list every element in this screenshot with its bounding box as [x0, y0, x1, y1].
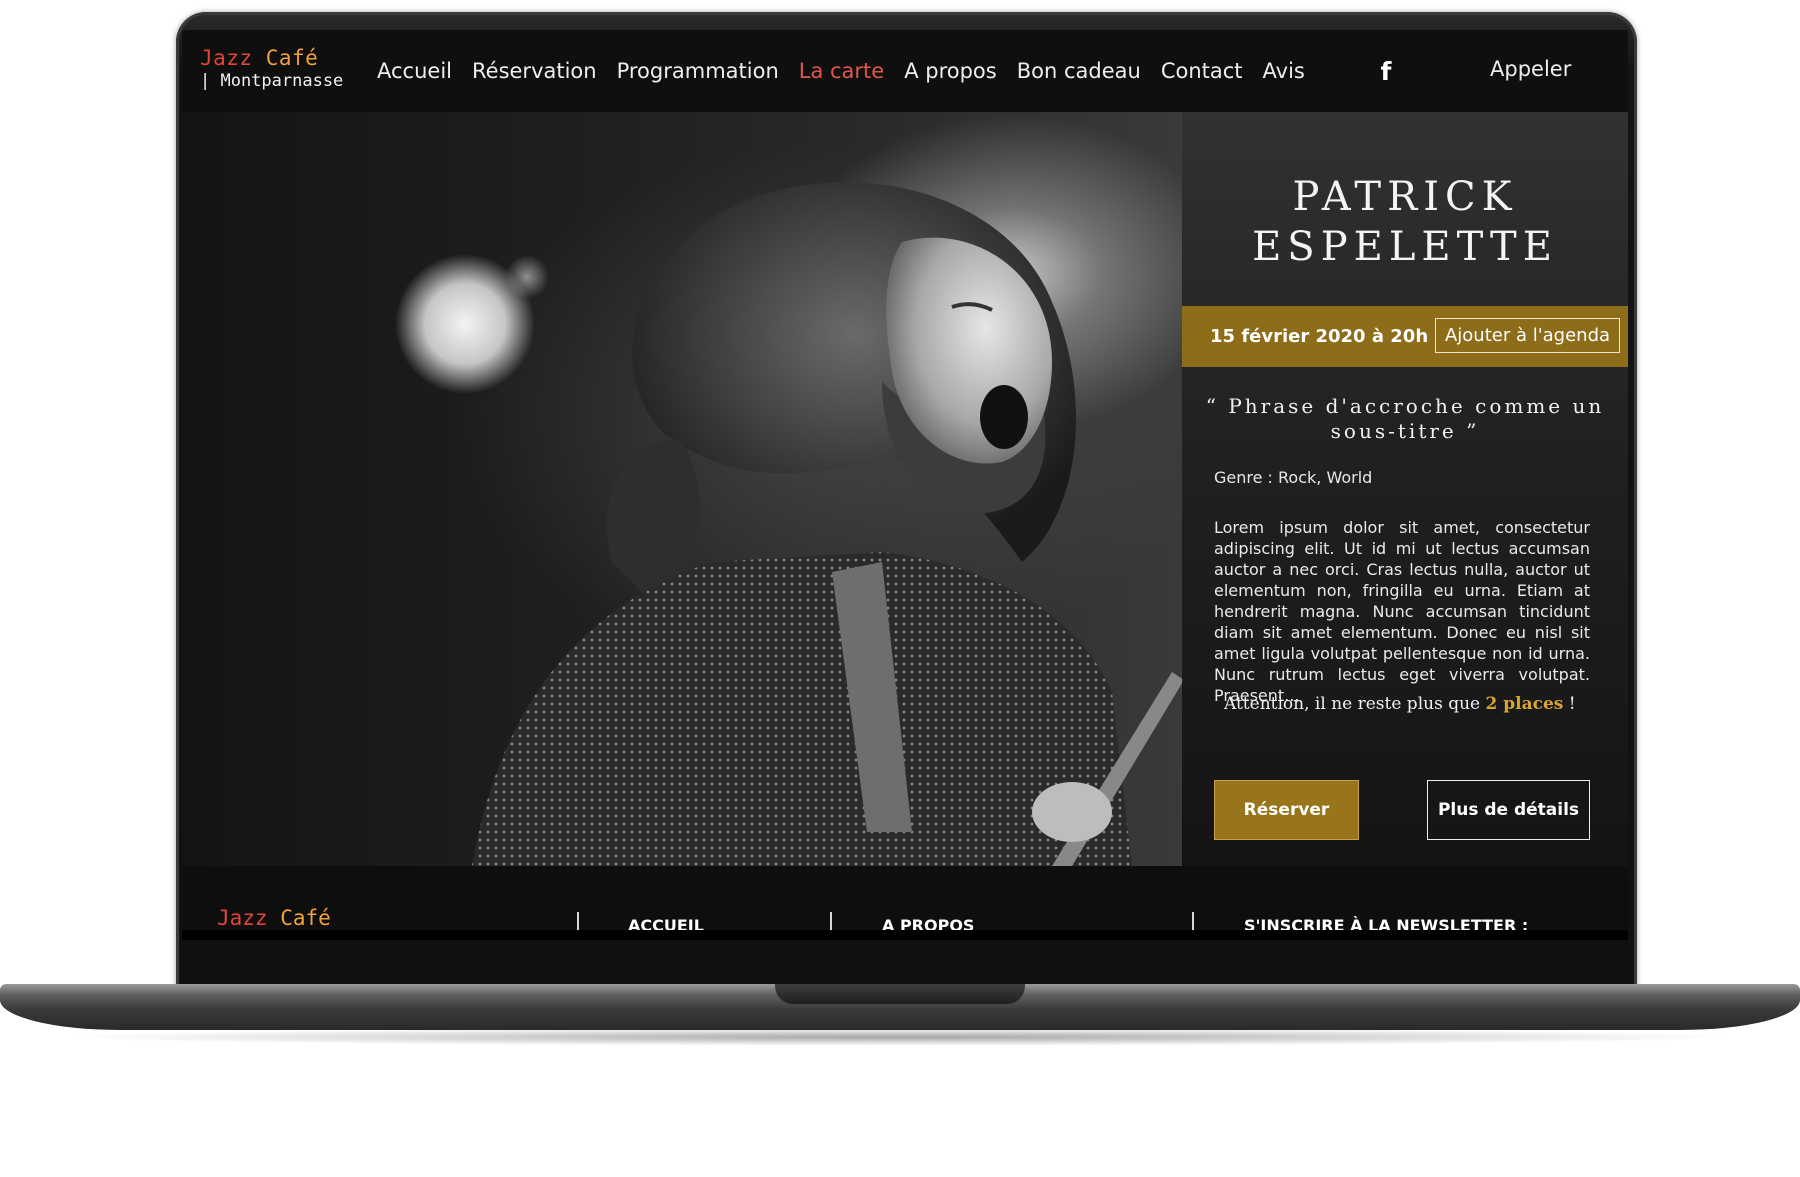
event-tagline: “ Phrase d'accroche comme un sous-titre …: [1205, 394, 1605, 443]
screen-bottom-bezel: [182, 930, 1628, 940]
brand-cafe: Café: [265, 46, 319, 70]
hero-section: PATRICK ESPELETTE 15 février 2020 à 20h …: [182, 112, 1628, 866]
reserve-button[interactable]: Réserver: [1214, 780, 1359, 840]
footer-brand[interactable]: Jazz Café: [217, 906, 331, 930]
brand-logo[interactable]: Jazz Café | Montparnasse: [200, 46, 343, 91]
footer-divider: [830, 912, 832, 930]
singer-photo: [472, 182, 1184, 866]
nav-link-programmation[interactable]: Programmation: [617, 59, 779, 83]
event-date: 15 février 2020 à 20h: [1210, 326, 1429, 347]
availability-warning: Attention, il ne reste plus que 2 places…: [1224, 694, 1576, 714]
footer-brand-cafe: Café: [280, 906, 331, 930]
footer-divider: [1192, 912, 1194, 930]
warning-prefix: Attention, il ne reste plus que: [1224, 694, 1481, 714]
event-description: Lorem ipsum dolor sit amet, consectetur …: [1214, 518, 1590, 705]
laptop-hinge-notch: [775, 984, 1025, 1004]
nav-link-a-propos[interactable]: A propos: [904, 59, 997, 83]
footer: Jazz Café ACCUEIL A PROPOS S'INSCRIRE À …: [182, 866, 1628, 940]
laptop-shadow: [60, 1028, 1740, 1046]
remaining-places: 2 places: [1485, 694, 1564, 714]
nav-link-bon-cadeau[interactable]: Bon cadeau: [1017, 59, 1141, 83]
event-panel: PATRICK ESPELETTE 15 février 2020 à 20h …: [1182, 112, 1628, 866]
brand-jazz: Jazz: [200, 46, 253, 70]
brand-location: | Montparnasse: [200, 71, 344, 91]
nav-link-reservation[interactable]: Réservation: [472, 59, 597, 83]
facebook-icon[interactable]: f: [1374, 57, 1398, 86]
warning-suffix: !: [1568, 694, 1576, 714]
artist-name-line1: PATRICK: [1292, 174, 1518, 220]
nav-link-avis[interactable]: Avis: [1263, 59, 1305, 83]
artist-name: PATRICK ESPELETTE: [1182, 172, 1628, 272]
add-to-calendar-button[interactable]: Ajouter à l'agenda: [1435, 318, 1620, 353]
event-date-band: 15 février 2020 à 20h Ajouter à l'agenda: [1182, 306, 1628, 367]
more-details-button[interactable]: Plus de détails: [1427, 780, 1590, 840]
artist-name-line2: ESPELETTE: [1252, 224, 1558, 270]
footer-divider: [577, 912, 579, 930]
nav-link-contact[interactable]: Contact: [1161, 59, 1243, 83]
call-button[interactable]: Appeler: [1490, 57, 1571, 81]
nav-link-accueil[interactable]: Accueil: [377, 59, 452, 83]
brand-name: Jazz Café: [200, 46, 343, 70]
nav-links: Accueil Réservation Programmation La car…: [377, 30, 1325, 112]
navbar: Jazz Café | Montparnasse Accueil Réserva…: [182, 30, 1628, 112]
website-screen: Jazz Café | Montparnasse Accueil Réserva…: [182, 30, 1628, 940]
nav-link-la-carte[interactable]: La carte: [799, 59, 884, 83]
event-genre: Genre : Rock, World: [1214, 468, 1373, 487]
footer-brand-jazz: Jazz: [217, 906, 268, 930]
